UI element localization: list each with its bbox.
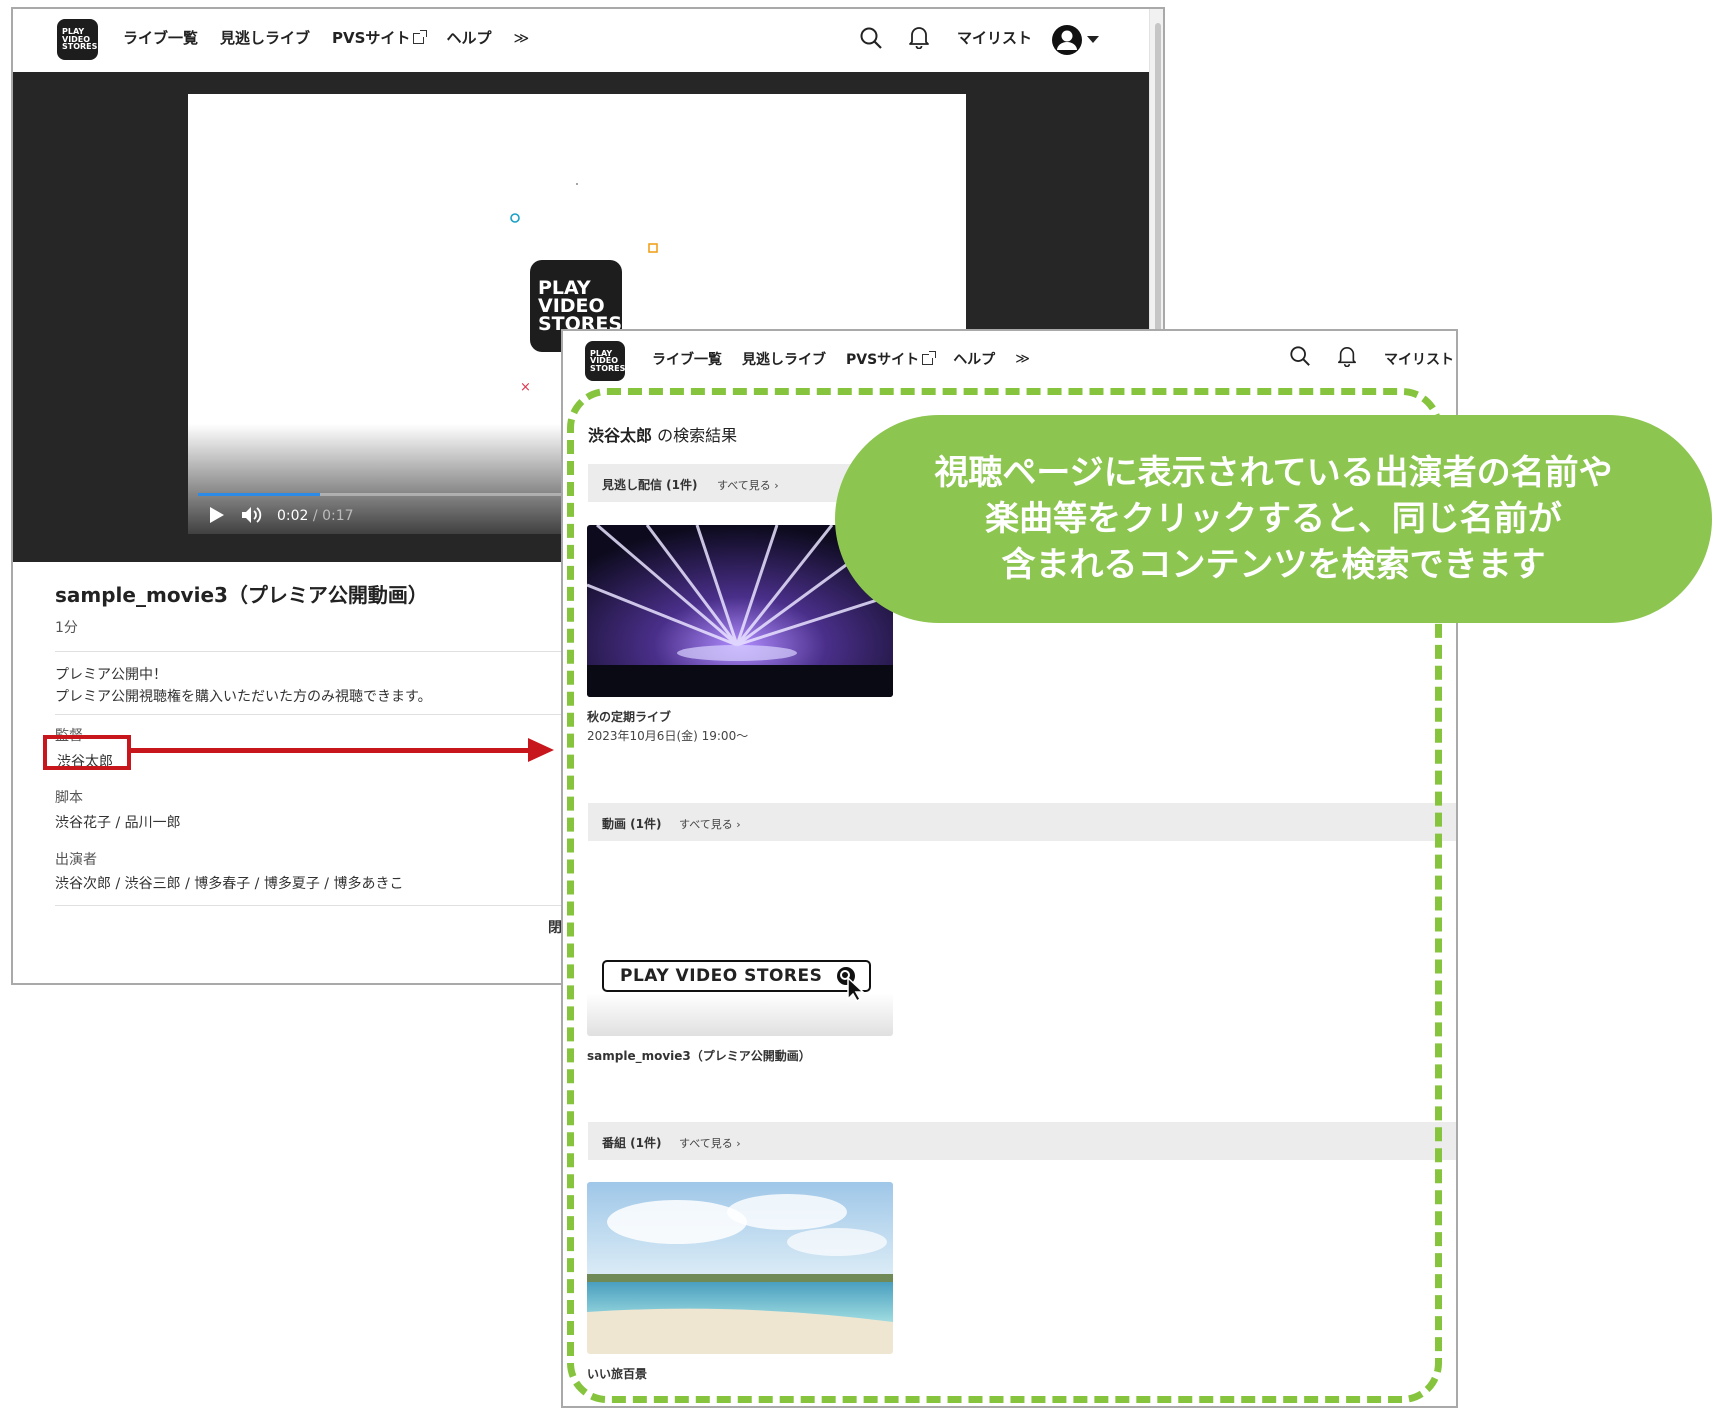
item-date-concert: 2023年10月6日(金) 19:00〜	[587, 729, 749, 743]
time-display: 0:02 / 0:17	[277, 508, 354, 524]
search-query: 渋谷太郎	[588, 426, 653, 445]
header: PLAY VIDEO STORES ライブ一覧 見逃しライブ PVSサイト ヘルプ …	[13, 9, 1149, 72]
search-heading: 渋谷太郎 の検索結果	[588, 422, 737, 446]
nav-more-icon[interactable]: ≫	[1015, 351, 1030, 367]
callout-line: 視聴ページに表示されている出演者の名前や	[934, 453, 1613, 493]
header: PLAY VIDEO STORES ライブ一覧 見逃しライブ PVSサイト ヘルプ …	[563, 331, 1456, 387]
site-logo[interactable]: PLAY VIDEO STORES	[585, 341, 625, 381]
bell-icon[interactable]	[1337, 345, 1357, 367]
divider	[55, 714, 575, 715]
volume-icon[interactable]	[241, 506, 263, 524]
item-title-video[interactable]: sample_movie3（プレミア公開動画）	[587, 1047, 811, 1064]
mylist-link[interactable]: マイリスト	[957, 27, 1032, 48]
credit-link-writer[interactable]: 渋谷花子 / 品川一郎	[55, 812, 181, 832]
time-current: 0:02	[277, 508, 309, 524]
avatar-icon	[1052, 25, 1082, 55]
description-line: プレミア公開中！	[55, 667, 167, 683]
search-icon[interactable]	[859, 26, 883, 50]
external-link-icon	[922, 351, 937, 365]
close-button-fragment[interactable]: 閉	[548, 917, 562, 937]
chevron-down-icon[interactable]	[1087, 36, 1099, 44]
arrow-line	[131, 748, 529, 753]
svg-text:×: ×	[520, 380, 531, 395]
item-title-beach[interactable]: いい旅百景	[587, 1365, 647, 1382]
section-label-programs: 番組 (1件)	[602, 1136, 662, 1150]
main-nav: ライブ一覧 見逃しライブ PVSサイト ヘルプ ≫	[652, 349, 1052, 369]
nav-live-list[interactable]: ライブ一覧	[123, 27, 198, 48]
mylist-link[interactable]: マイリスト	[1384, 349, 1454, 369]
time-total: 0:17	[322, 508, 354, 524]
divider	[55, 651, 575, 652]
nav-help[interactable]: ヘルプ	[446, 27, 491, 48]
nav-missed-live[interactable]: 見逃しライブ	[742, 349, 826, 369]
nav-help[interactable]: ヘルプ	[953, 349, 995, 369]
video-duration: 1分	[55, 620, 78, 636]
description-line: プレミア公開視聴権を購入いただいた方のみ視聴できます。	[55, 689, 432, 705]
nav-live-list[interactable]: ライブ一覧	[652, 349, 722, 369]
video-title: sample_movie3（プレミア公開動画）	[55, 583, 428, 607]
user-avatar[interactable]	[1051, 24, 1083, 60]
beach-image	[587, 1182, 893, 1354]
thumb-search-cursor-icon	[837, 967, 865, 1002]
arrow-head	[528, 738, 554, 762]
see-all-videos[interactable]: すべて見る ›	[679, 816, 741, 832]
description: プレミア公開中！ プレミア公開視聴権を購入いただいた方のみ視聴できます。	[55, 664, 432, 708]
credit-link-cast[interactable]: 渋谷次郎 / 渋谷三郎 / 博多春子 / 博多夏子 / 博多あきこ	[55, 873, 403, 893]
play-icon[interactable]	[209, 506, 225, 524]
time-separator: /	[308, 508, 323, 524]
see-all-missed[interactable]: すべて見る ›	[717, 477, 779, 493]
thumbnail-beach[interactable]	[587, 1182, 893, 1354]
nav-more-icon[interactable]: ≫	[513, 29, 529, 47]
credit-label-writer: 脚本	[55, 790, 83, 806]
section-label-missed: 見逃し配信 (1件)	[602, 478, 698, 492]
external-link-icon	[413, 30, 428, 44]
nav-pvs-site[interactable]: PVSサイト	[332, 27, 428, 48]
divider	[55, 905, 575, 906]
bell-icon[interactable]	[908, 25, 930, 49]
item-title-concert[interactable]: 秋の定期ライブ	[587, 708, 671, 725]
section-label-videos: 動画 (1件)	[602, 817, 662, 831]
main-nav: ライブ一覧 見逃しライブ PVSサイト ヘルプ ≫	[123, 27, 551, 48]
nav-missed-live[interactable]: 見逃しライブ	[220, 27, 310, 48]
nav-pvs-site[interactable]: PVSサイト	[846, 349, 937, 369]
site-logo[interactable]: PLAY VIDEO STORES	[57, 19, 98, 60]
progress-fill	[198, 493, 320, 496]
callout-line: 含まれるコンテンツを検索できます	[1001, 545, 1546, 585]
director-highlight-box	[43, 735, 131, 770]
callout-bubble: 視聴ページに表示されている出演者の名前や 楽曲等をクリックすると、同じ名前が 含…	[835, 415, 1712, 623]
callout-line: 楽曲等をクリックすると、同じ名前が	[985, 499, 1562, 539]
credit-label-cast: 出演者	[55, 852, 97, 868]
see-all-programs[interactable]: すべて見る ›	[679, 1135, 741, 1151]
thumbnail-video[interactable]: PLAY VIDEO STORES	[587, 864, 893, 1036]
search-icon[interactable]	[1289, 345, 1311, 367]
search-heading-suffix: の検索結果	[652, 426, 738, 445]
thumb-text: PLAY VIDEO STORES	[620, 966, 823, 986]
